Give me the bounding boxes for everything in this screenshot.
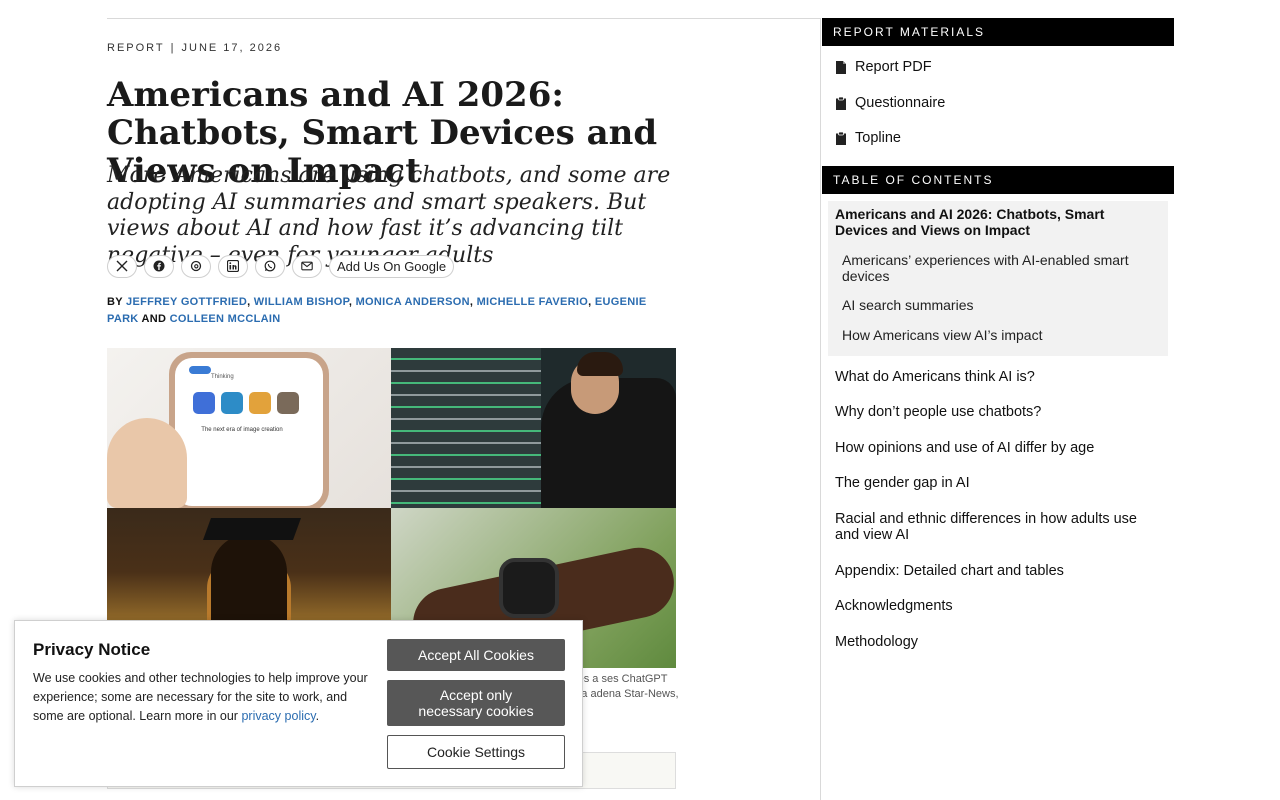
privacy-title: Privacy Notice	[33, 640, 151, 659]
document-icon	[836, 60, 846, 74]
author-link[interactable]: COLLEEN MCCLAIN	[170, 313, 281, 325]
privacy-body: We use cookies and other technologies to…	[33, 671, 368, 723]
share-linkedin-button[interactable]	[218, 254, 248, 278]
report-pdf-link[interactable]: Report PDF	[835, 59, 932, 75]
byline: BY JEFFREY GOTTFRIED, WILLIAM BISHOP, MO…	[107, 296, 647, 325]
materials-item-label: Topline	[855, 130, 901, 146]
privacy-notice: Privacy Notice We use cookies and other …	[14, 620, 583, 787]
hero-photo-smartphone: Thinking The next era of image creation	[107, 348, 391, 508]
phone-caption-text: The next era of image creation	[201, 427, 283, 433]
privacy-policy-link[interactable]: privacy policy	[241, 709, 315, 723]
toc-subitem[interactable]: AI search summaries	[842, 297, 1142, 313]
questionnaire-link[interactable]: Questionnaire	[835, 95, 945, 111]
report-materials-header: REPORT MATERIALS	[822, 18, 1174, 46]
toc-subitem[interactable]: How Americans view AI’s impact	[842, 327, 1142, 343]
toc-item[interactable]: Acknowledgments	[835, 598, 1165, 614]
share-bar: Add Us On Google	[107, 254, 455, 278]
byline-prefix: BY	[107, 296, 123, 308]
image-caption: uses a ses ChatGPT on a adena Star-News,	[566, 673, 679, 700]
sidebar-divider	[820, 18, 821, 800]
author-link[interactable]: WILLIAM BISHOP	[254, 296, 349, 308]
share-email-button[interactable]	[292, 254, 322, 278]
hero-photo-server-technician	[391, 348, 676, 508]
accept-all-cookies-button[interactable]: Accept All Cookies	[387, 639, 565, 671]
author-link[interactable]: MICHELLE FAVERIO	[477, 296, 589, 308]
toc-item[interactable]: Why don’t people use chatbots?	[835, 404, 1165, 420]
share-facebook-button[interactable]	[144, 254, 174, 278]
toc-item[interactable]: Appendix: Detailed chart and tables	[835, 563, 1165, 579]
topline-link[interactable]: Topline	[835, 130, 901, 146]
phone-illustration: Thinking The next era of image creation	[169, 352, 329, 508]
clipboard-icon	[836, 131, 846, 145]
article-kicker: REPORT	[107, 42, 165, 54]
author-link[interactable]: MONICA ANDERSON	[356, 296, 470, 308]
toc-item[interactable]: The gender gap in AI	[835, 475, 1165, 491]
toc-current-item[interactable]: Americans and AI 2026: Chatbots, Smart D…	[835, 206, 1155, 238]
phone-status-text: Thinking	[211, 374, 234, 380]
article-meta: REPORT | JUNE 17, 2026	[107, 42, 283, 54]
toc-item[interactable]: What do Americans think AI is?	[835, 369, 1165, 385]
add-us-on-google-button[interactable]: Add Us On Google	[329, 254, 455, 278]
cookie-settings-button[interactable]: Cookie Settings	[387, 735, 565, 769]
materials-item-label: Report PDF	[855, 59, 932, 75]
whatsapp-icon	[264, 260, 276, 272]
toc-item[interactable]: Methodology	[835, 634, 1165, 650]
top-divider	[107, 18, 821, 19]
share-threads-button[interactable]	[181, 254, 211, 278]
facebook-icon	[153, 260, 165, 272]
x-icon	[116, 260, 128, 272]
clipboard-icon	[836, 96, 846, 110]
threads-icon	[190, 260, 202, 272]
email-icon	[301, 261, 313, 271]
byline-conjunction: AND	[141, 313, 167, 325]
share-whatsapp-button[interactable]	[255, 254, 285, 278]
materials-item-label: Questionnaire	[855, 95, 946, 111]
toc-item[interactable]: Racial and ethnic differences in how adu…	[835, 511, 1165, 543]
author-link[interactable]: JEFFREY GOTTFRIED	[126, 296, 247, 308]
share-x-button[interactable]	[107, 254, 137, 278]
toc-subitem[interactable]: Americans’ experiences with AI-enabled s…	[842, 252, 1142, 284]
article-date: JUNE 17, 2026	[181, 42, 283, 54]
toc-item[interactable]: How opinions and use of AI differ by age	[835, 440, 1165, 456]
linkedin-icon	[227, 260, 239, 272]
accept-necessary-cookies-button[interactable]: Accept only necessary cookies	[387, 680, 565, 726]
table-of-contents-header: TABLE OF CONTENTS	[822, 166, 1174, 194]
